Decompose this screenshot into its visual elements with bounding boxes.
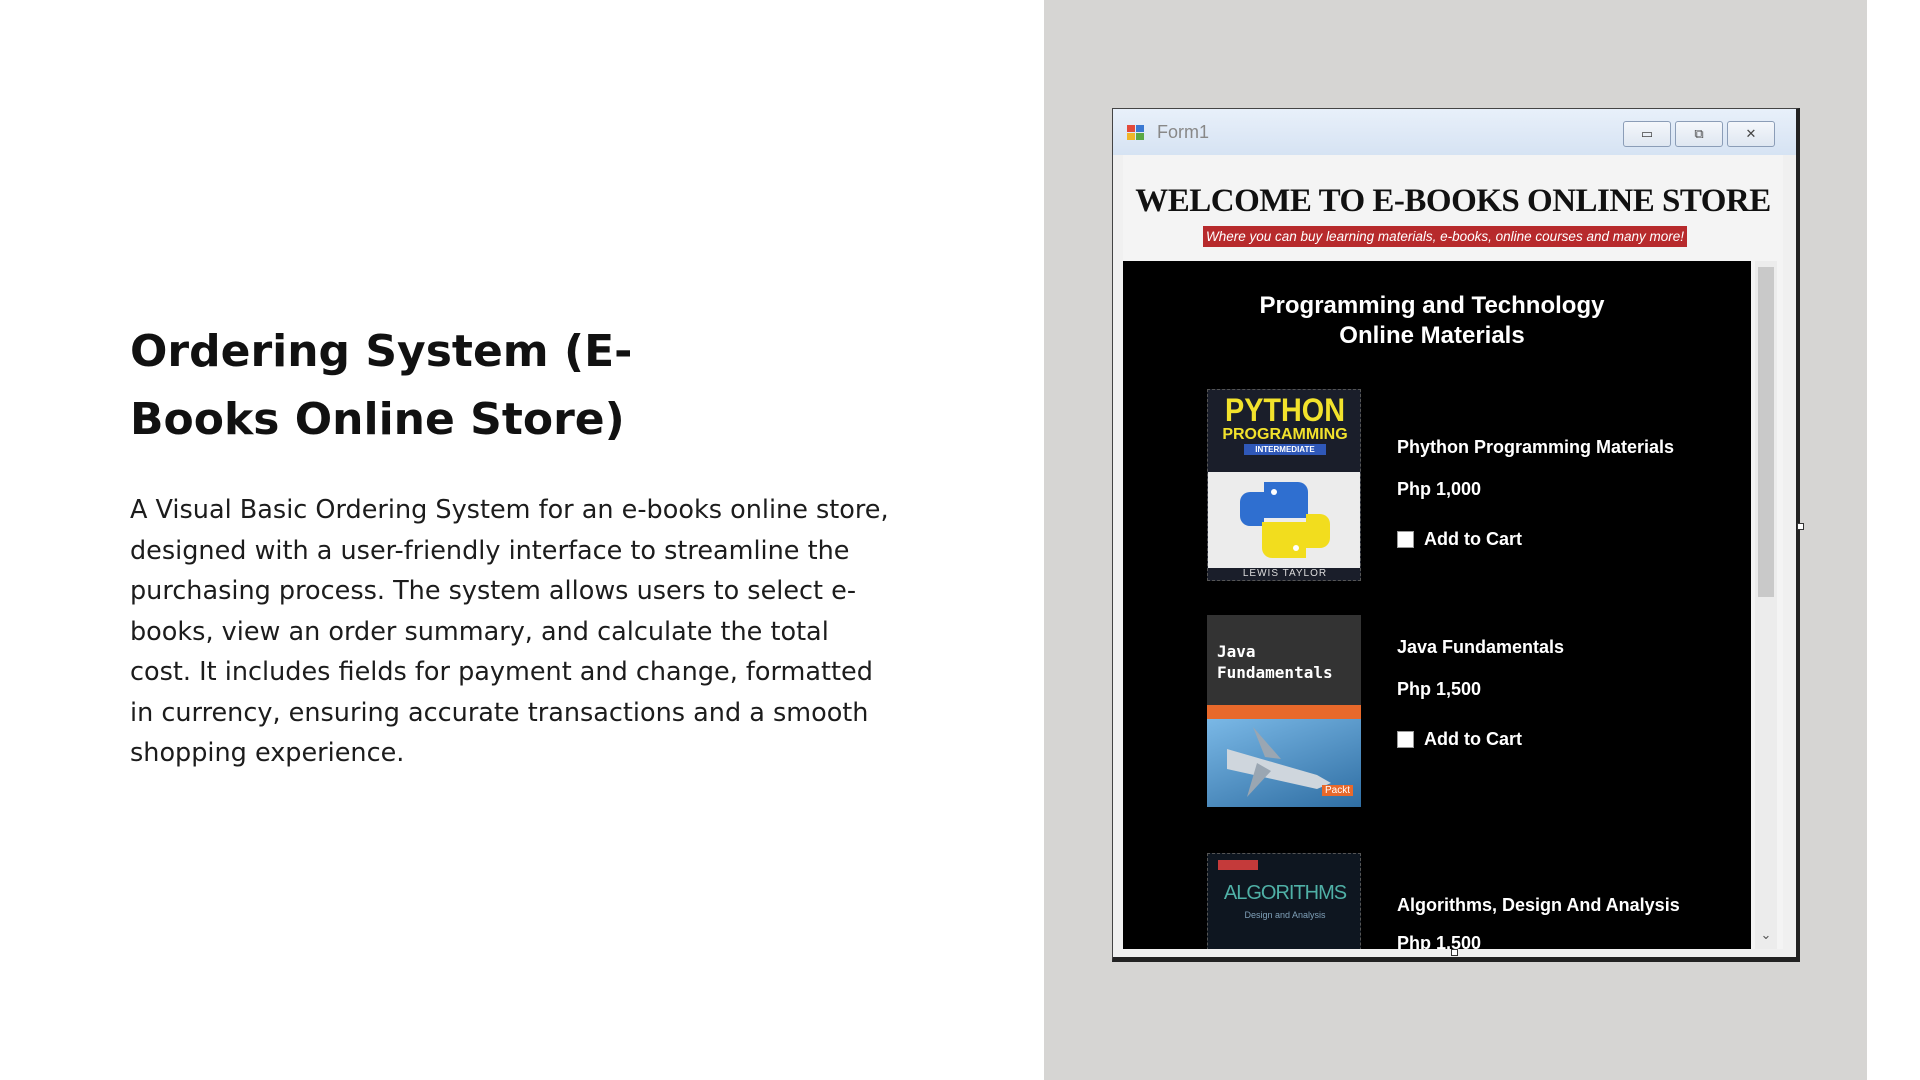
form-client-area: WELCOME TO E-BOOKS ONLINE STORE Where yo… [1123, 155, 1783, 949]
form-window: Form1 ▭ ⧉ ✕ WELCOME TO E-BOOKS ONLINE ST… [1112, 108, 1804, 962]
java-cover-publisher: Packt [1321, 785, 1353, 796]
python-logo-area [1208, 472, 1360, 568]
item-name-python: Phython Programming Materials [1397, 437, 1675, 457]
item-price-algorithms: Php 1,500 [1397, 933, 1482, 949]
slide-description: A Visual Basic Ordering System for an e-… [130, 495, 889, 768]
java-book-cover[interactable]: Java Fundamentals Packt [1207, 615, 1361, 807]
algorithms-cover-subtitle: Design and Analysis [1244, 910, 1326, 920]
minimize-button[interactable]: ▭ [1623, 121, 1671, 147]
python-cover-line2: PROGRAMMING [1222, 426, 1348, 443]
form-app-icon [1127, 125, 1145, 141]
algorithms-cover-badge [1218, 860, 1258, 870]
scrollbar-thumb[interactable] [1758, 267, 1774, 597]
java-cover-title: Java Fundamentals [1217, 642, 1333, 682]
item-price-java: Php 1,500 [1397, 679, 1482, 699]
panel-scrollbar[interactable]: ⌄ [1755, 261, 1777, 949]
scroll-down-arrow-icon[interactable]: ⌄ [1757, 927, 1775, 945]
store-tagline: Where you can buy learning materials, e-… [1203, 226, 1687, 247]
panel-heading: Programming and Technology Online Materi… [1123, 291, 1741, 351]
add-to-cart-checkbox[interactable] [1397, 531, 1414, 548]
add-to-cart-python[interactable]: Add to Cart [1397, 529, 1522, 550]
algorithms-book-cover[interactable]: ALGORITHMS Design and Analysis [1207, 853, 1361, 949]
python-cover-author: LEWIS TAYLOR [1242, 568, 1328, 579]
add-to-cart-checkbox[interactable] [1397, 731, 1414, 748]
close-button[interactable]: ✕ [1727, 121, 1775, 147]
resize-grip-right[interactable] [1797, 523, 1804, 530]
window-title: Form1 [1157, 122, 1210, 142]
right-margin-strip [1867, 0, 1920, 1080]
store-title: WELCOME TO E-BOOKS ONLINE STORE [1135, 183, 1771, 219]
algorithms-cover-title: ALGORITHMS [1223, 882, 1347, 904]
products-panel[interactable]: Programming and Technology Online Materi… [1123, 261, 1751, 949]
add-to-cart-java[interactable]: Add to Cart [1397, 729, 1522, 750]
python-book-cover[interactable]: PYTHON PROGRAMMING INTERMEDIATE LEWIS TA… [1207, 389, 1361, 581]
window-titlebar[interactable]: Form1 ▭ ⧉ ✕ [1113, 109, 1796, 155]
python-cover-line1: PYTHON [1224, 392, 1346, 428]
resize-grip-bottom[interactable] [1451, 949, 1458, 956]
panel-heading-text: Programming and Technology Online Materi… [1259, 292, 1605, 349]
python-cover-line3: INTERMEDIATE [1244, 444, 1326, 455]
python-logo-icon [1240, 482, 1330, 558]
java-orange-band [1207, 705, 1361, 719]
item-price-python: Php 1,000 [1397, 479, 1482, 499]
slide-title: Ordering System (E-Books Online Store) [130, 326, 633, 445]
add-to-cart-label: Add to Cart [1424, 529, 1522, 549]
item-name-algorithms: Algorithms, Design And Analysis [1397, 895, 1680, 915]
maximize-button[interactable]: ⧉ [1675, 121, 1723, 147]
slide-text-pane: Ordering System (E-Books Online Store) A… [0, 0, 1044, 1080]
add-to-cart-label: Add to Cart [1424, 729, 1522, 749]
item-name-java: Java Fundamentals [1397, 637, 1565, 657]
